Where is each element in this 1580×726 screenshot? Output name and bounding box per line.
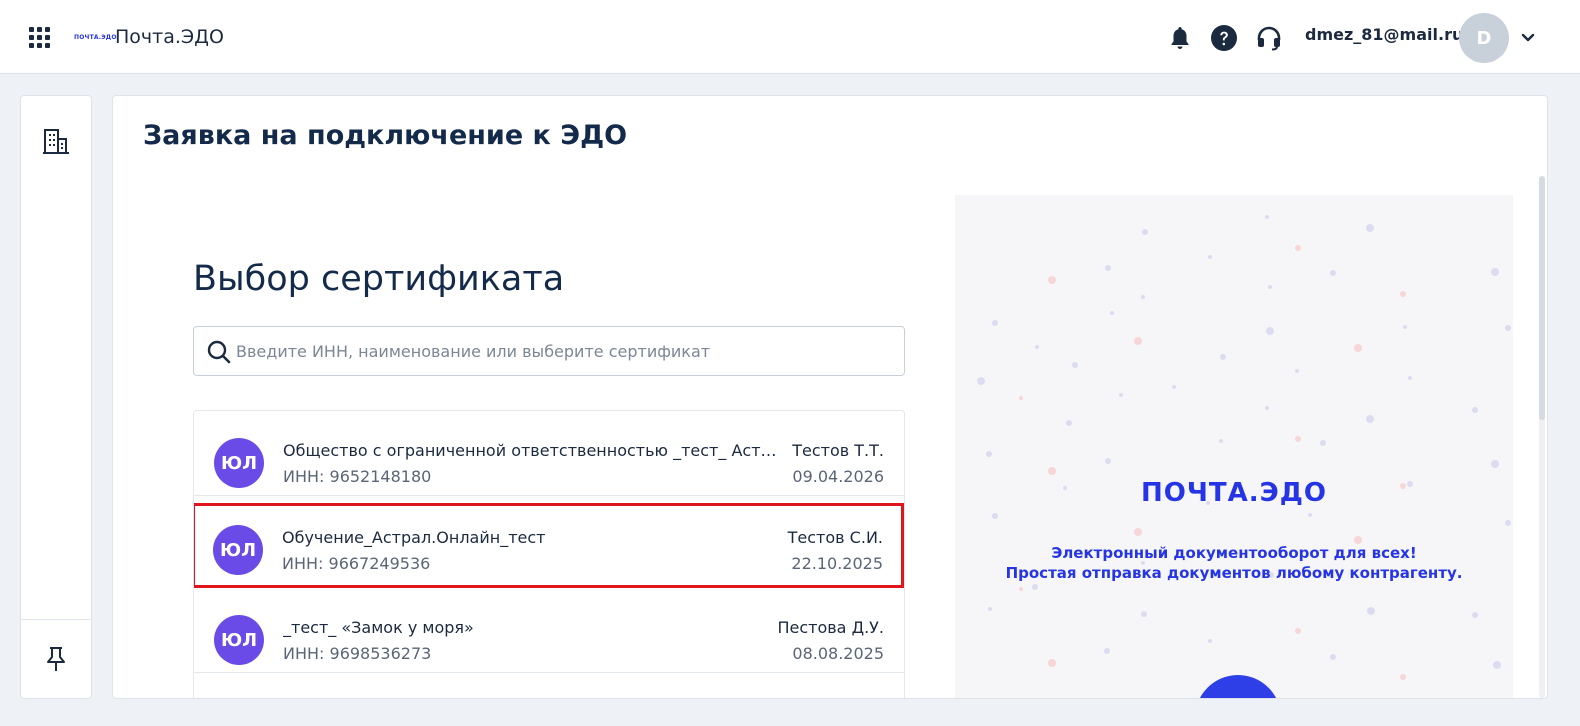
certificate-owner: Тестов С.И. — [787, 528, 883, 547]
certificate-name: Обучение_Астрал.Онлайн_тест — [282, 528, 546, 547]
chevron-down-icon[interactable] — [1520, 31, 1536, 45]
certificate-date: 09.04.2026 — [792, 467, 884, 486]
certificate-name: Общество с ограниченной ответственностью… — [283, 441, 783, 460]
section-title: Выбор сертификата — [193, 259, 565, 299]
sidebar-divider — [21, 619, 91, 620]
certificate-list: ЮЛ Общество с ограниченной ответственнос… — [193, 410, 905, 698]
entity-badge: ЮЛ — [214, 438, 264, 488]
certificate-search — [193, 326, 905, 376]
certificate-inn: ИНН: 9667249536 — [282, 554, 431, 573]
certificate-inn: ИНН: 9652148180 — [283, 467, 432, 486]
search-input[interactable] — [236, 328, 896, 374]
certificate-row-selected[interactable]: ЮЛ Обучение_Астрал.Онлайн_тест ИНН: 9667… — [194, 503, 904, 588]
user-email[interactable]: dmez_81@mail.ru — [1305, 25, 1463, 44]
help-icon[interactable] — [1210, 24, 1238, 52]
search-icon — [207, 340, 231, 364]
certificate-owner: Тестов Т.Т. — [792, 441, 884, 460]
certificate-row[interactable]: ЮЛ Общество с ограниченной ответственнос… — [194, 411, 904, 496]
promo-banner: ПОЧТА.ЭДО Электронный документооборот дл… — [955, 195, 1513, 698]
promo-logo: ПОЧТА.ЭДО — [1141, 478, 1327, 508]
certificate-row-partial[interactable] — [194, 673, 904, 698]
building-icon[interactable] — [41, 126, 71, 156]
bell-icon[interactable] — [1166, 24, 1194, 52]
scrollbar-thumb[interactable] — [1539, 176, 1545, 420]
decorative-dots — [977, 215, 1511, 680]
certificate-name: _тест_ «Замок у моря» — [283, 618, 474, 637]
promo-line-2: Простая отправка документов любому контр… — [1005, 564, 1463, 582]
pin-icon[interactable] — [41, 644, 71, 674]
certificate-date: 08.08.2025 — [792, 644, 884, 663]
certificate-inn: ИНН: 9698536273 — [283, 644, 432, 663]
promo-line-1: Электронный документооборот для всех! — [1051, 544, 1417, 562]
apps-grid-icon[interactable] — [29, 27, 51, 49]
entity-badge: ЮЛ — [213, 525, 263, 575]
certificate-date: 22.10.2025 — [791, 554, 883, 573]
logo-small[interactable]: ПОЧТА.ЭДО — [74, 34, 117, 41]
sidebar — [20, 95, 92, 699]
app-title[interactable]: Почта.ЭДО — [115, 26, 224, 48]
certificate-row[interactable]: ЮЛ _тест_ «Замок у моря» ИНН: 9698536273… — [194, 588, 904, 673]
main-panel: Заявка на подключение к ЭДО Выбор сертиф… — [112, 95, 1548, 699]
top-bar: ПОЧТА.ЭДО Почта.ЭДО dmez_81@mail.ru D — [0, 0, 1580, 74]
headset-icon[interactable] — [1255, 24, 1283, 52]
page-title: Заявка на подключение к ЭДО — [143, 120, 628, 151]
entity-badge: ЮЛ — [214, 615, 264, 665]
avatar[interactable]: D — [1459, 13, 1509, 63]
certificate-owner: Пестова Д.У. — [777, 618, 884, 637]
